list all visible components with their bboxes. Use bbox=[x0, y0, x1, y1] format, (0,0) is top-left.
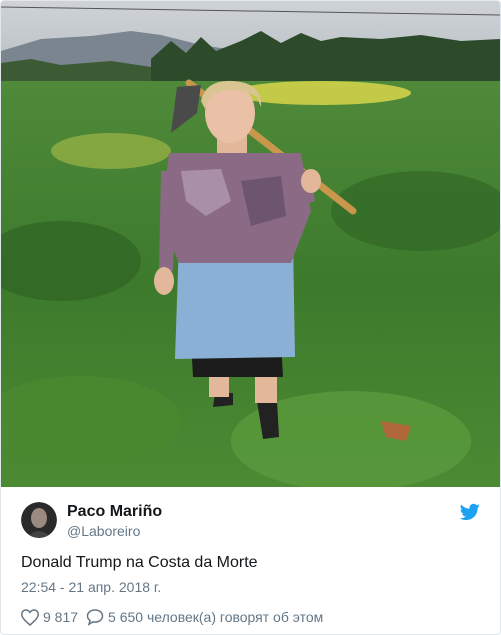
tweet-photo[interactable] bbox=[1, 1, 500, 487]
twitter-bird-icon[interactable] bbox=[460, 503, 480, 521]
conversation-count: 5 650 человек(а) говорят об этом bbox=[108, 609, 324, 625]
blouse bbox=[161, 153, 311, 263]
author-avatar[interactable] bbox=[21, 502, 57, 538]
heart-icon bbox=[21, 608, 39, 626]
like-action[interactable]: 9 817 bbox=[21, 608, 79, 626]
tweet-timestamp[interactable]: 22:54 - 21 апр. 2018 г. bbox=[21, 579, 161, 595]
conversation-action[interactable]: 5 650 человек(а) говорят об этом bbox=[86, 608, 324, 626]
left-hand bbox=[154, 267, 174, 295]
tweet-body: Paco Mariño @Laboreiro Donald Trump na C… bbox=[1, 487, 500, 634]
like-count: 9 817 bbox=[43, 609, 79, 625]
yellow-flowers-left bbox=[51, 133, 171, 169]
right-hand bbox=[301, 169, 321, 193]
speech-bubble-icon bbox=[86, 608, 104, 626]
author-name[interactable]: Paco Mariño bbox=[67, 503, 162, 521]
author-handle[interactable]: @Laboreiro bbox=[67, 523, 140, 539]
profile-photo-icon bbox=[21, 502, 57, 538]
embedded-tweet: Paco Mariño @Laboreiro Donald Trump na C… bbox=[0, 0, 501, 635]
tweet-actions: 9 817 5 650 человек(а) говорят об этом bbox=[21, 607, 331, 627]
tweet-text: Donald Trump na Costa da Morte bbox=[21, 554, 258, 571]
